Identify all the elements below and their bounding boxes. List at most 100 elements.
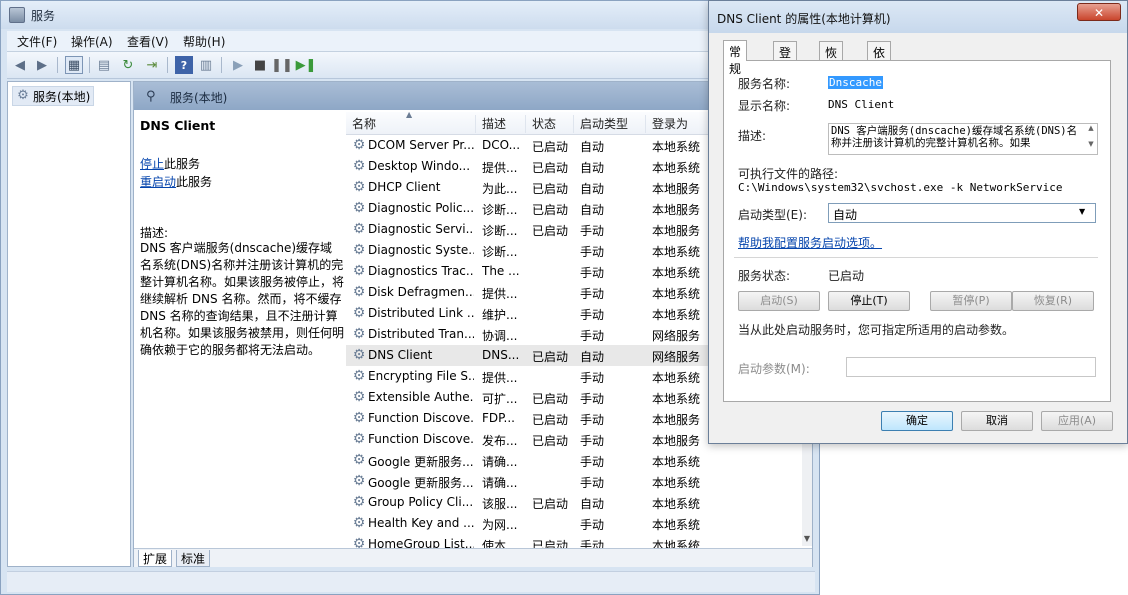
title-bar: 服务 bbox=[1, 1, 819, 29]
start-button[interactable]: 启动(S) bbox=[738, 291, 820, 311]
table-row[interactable]: ⚙ Health Key and ... 为网... 手动 本地系统 bbox=[346, 513, 812, 534]
cell-name: DNS Client bbox=[368, 348, 433, 362]
startup-type-dropdown[interactable]: 自动 ▼ bbox=[828, 203, 1096, 223]
cell-description: 协调... bbox=[482, 329, 518, 343]
cancel-button[interactable]: 取消 bbox=[961, 411, 1033, 431]
service-gear-icon: ⚙ bbox=[352, 347, 366, 363]
column-description[interactable]: 描述 bbox=[476, 115, 526, 133]
cell-status: 已启动 bbox=[532, 434, 569, 448]
back-icon[interactable]: ◀ bbox=[11, 56, 29, 74]
tab-general[interactable]: 常规 bbox=[723, 40, 748, 76]
executable-path-label: 可执行文件的路径: bbox=[738, 167, 839, 181]
description-scrollbar[interactable]: ▲ ▼ bbox=[1085, 124, 1097, 154]
cell-status: 已启动 bbox=[532, 182, 569, 196]
cell-description: 诊断... bbox=[482, 224, 518, 238]
cell-name: DCOM Server Pr... bbox=[368, 138, 474, 152]
column-status[interactable]: 状态 bbox=[526, 115, 574, 133]
cell-name: Diagnostics Trac... bbox=[368, 264, 474, 278]
apply-button[interactable]: 应用(A) bbox=[1041, 411, 1113, 431]
restart-service-link[interactable]: 重启动 bbox=[140, 175, 176, 189]
stop-service-link[interactable]: 停止 bbox=[140, 157, 164, 171]
tab-dependencies[interactable]: 依存关系 bbox=[867, 41, 892, 111]
service-gear-icon: ⚙ bbox=[352, 284, 366, 300]
stop-suffix: 此服务 bbox=[164, 157, 201, 171]
export-list-icon[interactable]: ⇥ bbox=[143, 56, 161, 74]
sort-arrow-icon: ▲ bbox=[406, 110, 413, 119]
startup-type-value: 自动 bbox=[833, 208, 858, 222]
cell-startup-type: 自动 bbox=[580, 161, 605, 175]
dialog-title-bar: DNS Client 的属性(本地计算机) ✕ bbox=[709, 1, 1127, 33]
start-service-icon[interactable]: ▶ bbox=[229, 56, 247, 74]
menu-action[interactable]: 操作(A) bbox=[71, 33, 113, 50]
help-configure-link[interactable]: 帮助我配置服务启动选项。 bbox=[738, 234, 882, 251]
menu-help[interactable]: 帮助(H) bbox=[183, 33, 225, 50]
status-bar bbox=[7, 571, 815, 592]
tab-logon[interactable]: 登录 bbox=[773, 41, 798, 77]
service-gear-icon: ⚙ bbox=[352, 389, 366, 405]
service-status-label: 服务状态: bbox=[738, 269, 791, 283]
properties-icon[interactable]: ▤ bbox=[95, 56, 113, 74]
resume-button[interactable]: 恢复(R) bbox=[1012, 291, 1094, 311]
menu-file[interactable]: 文件(F) bbox=[17, 33, 57, 50]
search-icon: ⚲ bbox=[146, 89, 156, 104]
cell-name: Distributed Link ... bbox=[368, 306, 474, 320]
general-tab-panel: 服务名称: Dnscache 显示名称: DNS Client 描述: DNS … bbox=[723, 60, 1111, 402]
service-gear-icon: ⚙ bbox=[352, 326, 366, 342]
service-gear-icon: ⚙ bbox=[352, 410, 366, 426]
toolbar-separator bbox=[57, 57, 58, 73]
cell-description: 提供... bbox=[482, 371, 518, 385]
cell-description: DNS... bbox=[482, 348, 520, 362]
show-hide-tree-icon[interactable]: ▦ bbox=[65, 56, 83, 74]
cell-logon-as: 本地系统 bbox=[652, 455, 701, 469]
cell-startup-type: 自动 bbox=[580, 203, 605, 217]
services-gear-icon: ⚙ bbox=[17, 88, 29, 103]
menu-view[interactable]: 查看(V) bbox=[127, 33, 169, 50]
cell-name: Diagnostic Servi... bbox=[368, 222, 474, 236]
cell-status: 已启动 bbox=[532, 350, 569, 364]
service-status-value: 已启动 bbox=[828, 269, 865, 283]
cell-status: 已启动 bbox=[532, 140, 569, 154]
description-box[interactable]: DNS 客户端服务(dnscache)缓存域名系统(DNS)名称并注册该计算机的… bbox=[828, 123, 1098, 155]
pause-service-icon[interactable]: ❚❚ bbox=[271, 56, 293, 74]
start-parameters-input[interactable] bbox=[846, 357, 1096, 377]
tab-standard[interactable]: 标准 bbox=[176, 550, 211, 567]
cell-startup-type: 手动 bbox=[580, 308, 605, 322]
cell-startup-type: 手动 bbox=[580, 245, 605, 259]
tree-item-services-local[interactable]: ⚙ 服务(本地) bbox=[12, 86, 95, 106]
stop-button[interactable]: 停止(T) bbox=[828, 291, 910, 311]
table-row[interactable]: ⚙ Google 更新服务... 请确... 手动 本地系统 bbox=[346, 450, 812, 471]
restart-service-icon[interactable]: ▶❚ bbox=[296, 56, 317, 74]
cell-status: 已启动 bbox=[532, 392, 569, 406]
table-row[interactable]: ⚙ Google 更新服务... 请确... 手动 本地系统 bbox=[346, 471, 812, 492]
cell-logon-as: 本地系统 bbox=[652, 476, 701, 490]
cell-description: 为网... bbox=[482, 518, 518, 532]
stop-service-icon[interactable]: ■ bbox=[251, 56, 269, 74]
cell-startup-type: 手动 bbox=[580, 266, 605, 280]
cell-startup-type: 手动 bbox=[580, 371, 605, 385]
cell-description: 诊断... bbox=[482, 245, 518, 259]
help-icon[interactable]: ? bbox=[175, 56, 193, 74]
service-name-value[interactable]: Dnscache bbox=[828, 76, 883, 89]
scroll-down-arrow-icon[interactable]: ▼ bbox=[802, 534, 812, 546]
cell-name: Distributed Tran... bbox=[368, 327, 474, 341]
table-row[interactable]: ⚙ Group Policy Cli... 该服... 已启动 自动 本地系统 bbox=[346, 492, 812, 513]
tab-extended[interactable]: 扩展 bbox=[138, 550, 173, 567]
toolbar-separator bbox=[221, 57, 222, 73]
close-icon[interactable]: ✕ bbox=[1077, 3, 1121, 21]
service-gear-icon: ⚙ bbox=[352, 494, 366, 510]
console-tree-icon[interactable]: ▥ bbox=[197, 56, 215, 74]
ok-button[interactable]: 确定 bbox=[881, 411, 953, 431]
forward-icon[interactable]: ▶ bbox=[33, 56, 51, 74]
cell-startup-type: 自动 bbox=[580, 182, 605, 196]
column-startup-type[interactable]: 启动类型 bbox=[574, 115, 646, 133]
cell-startup-type: 手动 bbox=[580, 287, 605, 301]
cell-logon-as: 本地系统 bbox=[652, 518, 701, 532]
description-label: 描述: bbox=[140, 226, 169, 240]
tab-recovery[interactable]: 恢复 bbox=[819, 41, 844, 77]
cell-description: 提供... bbox=[482, 287, 518, 301]
cell-status: 已启动 bbox=[532, 224, 569, 238]
display-name-value[interactable]: DNS Client bbox=[828, 98, 894, 111]
cell-name: Function Discove... bbox=[368, 432, 474, 446]
pause-button[interactable]: 暂停(P) bbox=[930, 291, 1012, 311]
refresh-icon[interactable]: ↻ bbox=[119, 56, 137, 74]
